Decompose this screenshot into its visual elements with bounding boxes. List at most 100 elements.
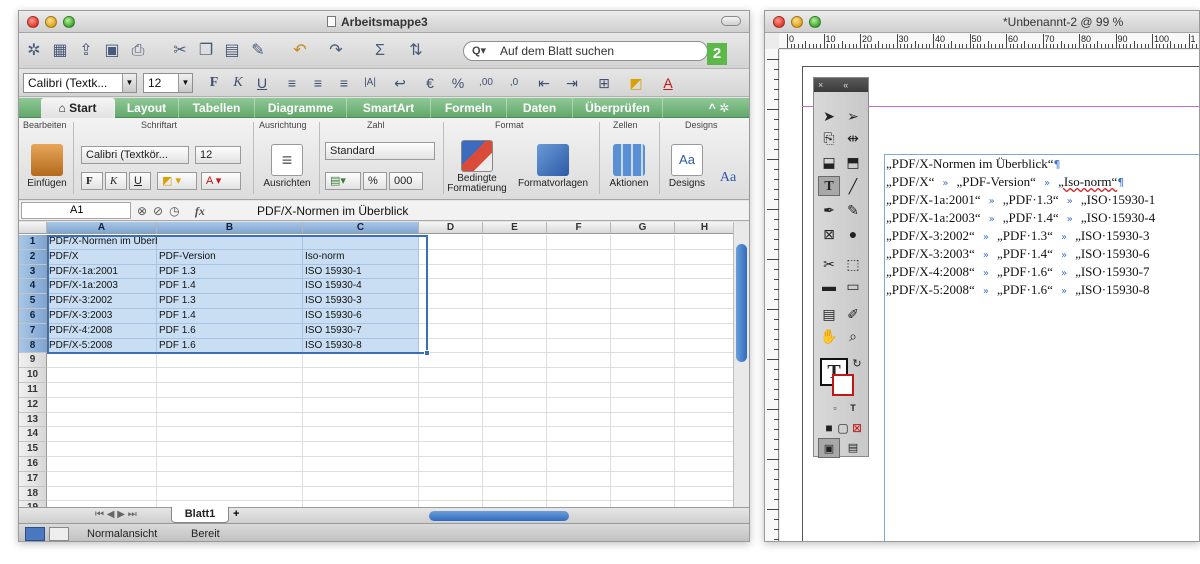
row-header[interactable]: 14 [19,427,47,443]
cell-c10[interactable] [303,368,419,383]
formatting-text-icon[interactable]: T [842,398,864,418]
preview-mode-icon[interactable]: ▤ [842,438,864,458]
ribbon-options-icon[interactable]: ^ ✲ [691,98,747,118]
fill-handle[interactable] [424,350,430,356]
cell-g8[interactable] [611,338,675,354]
cell-h5[interactable] [675,294,735,309]
cell-c8[interactable]: ISO 15930-8 [303,338,419,354]
ellipse-tool-icon[interactable]: ● [842,224,864,244]
cell-h15[interactable] [675,442,735,457]
cell-e2[interactable] [483,249,547,265]
merge-cells-icon[interactable]: |A| [359,73,381,93]
cell-d4[interactable] [419,279,483,295]
paste-button[interactable]: Einfügen [23,144,71,189]
cell-g7[interactable] [611,323,675,339]
cell-g18[interactable] [611,486,675,502]
cell-h16[interactable] [675,457,735,472]
cell-a16[interactable] [47,457,157,472]
scissors-tool-icon[interactable]: ✂ [818,254,840,274]
designs-button[interactable]: Aa Designs [665,144,709,189]
ribbon-percent-button[interactable]: % [363,172,387,190]
cell-d10[interactable] [419,368,483,383]
content-placer-icon[interactable]: ⬒ [842,152,864,172]
save-icon[interactable]: ▣ [101,40,123,62]
text-line[interactable]: „PDF/X“ » „PDF-Version“ » „Iso-norm“¶ [886,174,1124,190]
cell-h4[interactable] [675,279,735,295]
cell-g9[interactable] [611,353,675,369]
cell-d17[interactable] [419,471,483,487]
select-all-corner[interactable] [19,222,47,234]
normal-view-icon[interactable] [25,527,45,541]
row-header[interactable]: 15 [19,442,47,457]
ribbon-font-color-icon[interactable]: A ▾ [201,172,241,190]
theme-fonts-button[interactable]: Aa [713,170,743,186]
fill-color-icon[interactable]: ◩ [625,73,647,93]
swap-fill-stroke-icon[interactable]: ↻ [846,354,868,374]
cell-f7[interactable] [547,323,611,339]
note-tool-icon[interactable]: ▤ [818,304,840,324]
close-window-button[interactable] [773,16,785,28]
tab-start[interactable]: ⌂ Start [41,98,115,118]
cell-g6[interactable] [611,309,675,324]
cell-c7[interactable]: ISO 15930-7 [303,323,419,339]
apply-none-icon[interactable]: ⊠ [846,418,868,438]
toolbar-toggle-button[interactable] [721,16,741,26]
minimize-window-button[interactable] [45,16,57,28]
cell-c9[interactable] [303,353,419,369]
cell-c14[interactable] [303,427,419,443]
cell-e16[interactable] [483,457,547,472]
cell-e9[interactable] [483,353,547,369]
cell-g4[interactable] [611,279,675,295]
ribbon-underline-button[interactable]: U [129,172,151,190]
borders-icon[interactable]: ⊞ [593,73,615,93]
cell-c11[interactable] [303,383,419,398]
cell-a17[interactable] [47,471,157,487]
direct-selection-tool-icon[interactable]: ➢ [842,106,864,126]
cell-g12[interactable] [611,397,675,413]
cell-g14[interactable] [611,427,675,443]
font-size-select[interactable]: 12 ▼ [143,73,193,93]
cell-d11[interactable] [419,383,483,398]
row-header[interactable]: 18 [19,486,47,502]
cell-g11[interactable] [611,383,675,398]
cut-icon[interactable]: ✂ [169,40,191,62]
close-window-button[interactable] [27,16,39,28]
cell-e10[interactable] [483,368,547,383]
copy-icon[interactable]: ❐ [195,40,217,62]
cell-a4[interactable]: PDF/X-1a:2003 [47,279,157,295]
formula-input[interactable]: PDF/X-Normen im Überblick [257,201,408,221]
row-header[interactable]: 7 [19,323,47,339]
row-header[interactable]: 2 [19,249,47,265]
content-collector-icon[interactable]: ⬓ [818,152,840,172]
cell-f2[interactable] [547,249,611,265]
row-header[interactable]: 13 [19,412,47,428]
pencil-tool-icon[interactable]: ✎ [842,200,864,220]
cell-c12[interactable] [303,397,419,413]
stroke-none-icon[interactable] [832,374,854,396]
format-painter-icon[interactable]: ✎ [247,40,269,62]
cell-f1[interactable] [547,235,611,250]
tab-daten[interactable]: Daten [507,98,573,118]
vertical-scroll-thumb[interactable] [736,244,747,362]
cell-f4[interactable] [547,279,611,295]
page-layout-view-icon[interactable] [49,527,69,541]
zoom-tool-icon[interactable]: ⌕ [842,326,864,346]
selection-tool-icon[interactable]: ➤ [818,106,840,126]
cell-b7[interactable]: PDF 1.6 [157,323,303,339]
sheet-tab-blatt1[interactable]: Blatt1 [171,507,229,523]
cell-b18[interactable] [157,486,303,502]
align-button[interactable]: ≡ Ausrichten [259,144,315,189]
cell-c4[interactable]: ISO 15930-4 [303,279,419,295]
cell-c5[interactable]: ISO 15930-3 [303,294,419,309]
free-transform-tool-icon[interactable]: ⬚ [842,254,864,274]
cell-b2[interactable]: PDF-Version [157,249,303,265]
cell-b1[interactable] [157,235,303,250]
conditional-formatting-button[interactable]: Bedingte Formatierung [447,140,507,194]
cell-e18[interactable] [483,486,547,502]
column-header-g[interactable]: G [611,222,675,234]
cell-a13[interactable] [47,412,157,428]
cell-b6[interactable]: PDF 1.4 [157,309,303,324]
cell-b16[interactable] [157,457,303,472]
cell-d6[interactable] [419,309,483,324]
cell-c15[interactable] [303,442,419,457]
